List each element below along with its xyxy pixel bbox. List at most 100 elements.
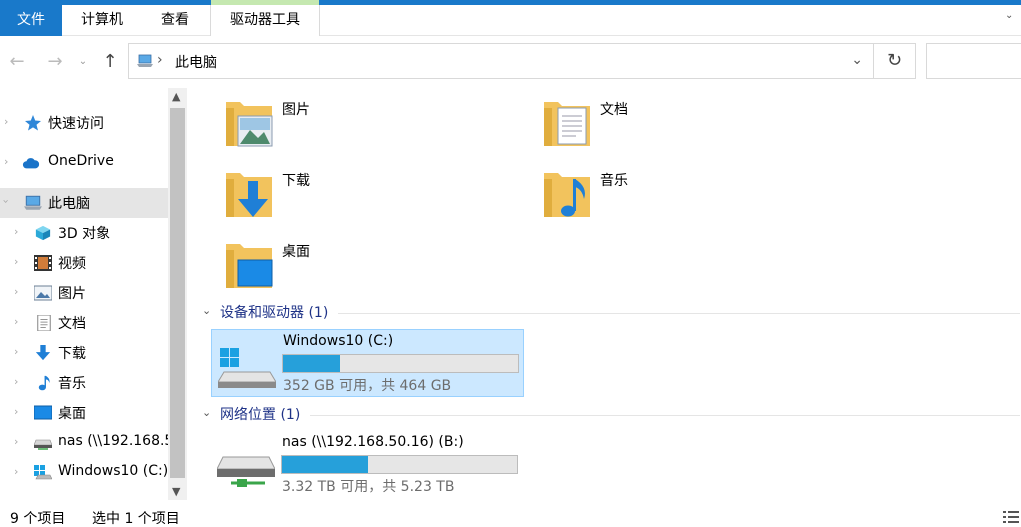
drive-usage-fill xyxy=(283,355,340,372)
sidebar-item-label: 3D 对象 xyxy=(58,226,111,242)
breadcrumb-separator-icon[interactable]: › xyxy=(157,52,163,68)
expand-chevron-icon[interactable]: › xyxy=(14,315,18,328)
drive-nas[interactable]: nas (\\192.168.50.16) (B:) 3.32 TB 可用，共 … xyxy=(211,431,524,499)
sidebar-item-nas-drive[interactable]: › nas (\\192.168.50.16) (B:) xyxy=(0,428,168,458)
navigation-pane: › 快速访问 › OneDrive › 此电脑 › 3D 对象 › 视频 › 图… xyxy=(0,88,168,500)
chevron-down-icon[interactable]: ⌄ xyxy=(202,406,211,419)
drive-usage-bar xyxy=(281,455,518,474)
film-icon xyxy=(34,255,52,271)
sidebar-item-music[interactable]: › 音乐 xyxy=(0,368,168,398)
sidebar-item-label: 图片 xyxy=(58,286,86,302)
item-count: 9 个项目 xyxy=(10,511,66,527)
expand-chevron-icon[interactable]: › xyxy=(14,225,18,238)
content-pane: 图片 文档 下载 音乐 桌面 ⌄ 设备和驱动器 (1) Windows10 (C… xyxy=(190,88,1021,500)
folder-music[interactable]: 音乐 xyxy=(508,159,808,225)
expand-chevron-icon[interactable]: › xyxy=(14,405,18,418)
folder-documents[interactable]: 文档 xyxy=(508,88,808,154)
group-header-network[interactable]: ⌄ 网络位置 (1) xyxy=(200,404,1020,426)
sidebar-item-documents[interactable]: › 文档 xyxy=(0,308,168,338)
expand-chevron-icon[interactable]: › xyxy=(4,115,8,128)
sidebar-item-label: 下载 xyxy=(58,346,86,362)
back-arrow-icon[interactable]: ← xyxy=(4,49,30,75)
sidebar-item-label: 快速访问 xyxy=(48,116,104,132)
selection-count: 选中 1 个项目 xyxy=(92,511,180,527)
scroll-up-icon[interactable]: ▲ xyxy=(172,90,180,103)
drive-free-space: 3.32 TB 可用，共 5.23 TB xyxy=(282,479,455,495)
sidebar-item-videos[interactable]: › 视频 xyxy=(0,248,168,278)
drive-name: Windows10 (C:) xyxy=(283,333,394,349)
computer-icon xyxy=(137,54,153,67)
folder-pictures[interactable]: 图片 xyxy=(190,88,490,154)
music-icon xyxy=(38,375,50,391)
sidebar-item-c-drive[interactable]: › Windows10 (C:) xyxy=(0,458,168,488)
expand-chevron-icon[interactable]: › xyxy=(14,435,18,448)
download-icon xyxy=(35,345,51,361)
details-view-icon[interactable] xyxy=(1003,511,1019,523)
windows-drive-icon xyxy=(218,348,276,388)
sidebar-item-label: Windows10 (C:) xyxy=(58,463,168,479)
folder-desktop[interactable]: 桌面 xyxy=(190,230,490,296)
tab-file[interactable]: 文件 xyxy=(0,5,62,36)
sidebar-item-label: OneDrive xyxy=(48,153,114,169)
drive-usage-bar xyxy=(282,354,519,373)
folder-label: 音乐 xyxy=(600,173,628,189)
search-input[interactable] xyxy=(926,43,1021,79)
sidebar-item-label: 此电脑 xyxy=(48,196,90,212)
chevron-down-icon[interactable]: ⌄ xyxy=(202,304,211,317)
sidebar-item-downloads[interactable]: › 下载 xyxy=(0,338,168,368)
recent-locations-chevron-icon[interactable]: ⌄ xyxy=(76,49,90,75)
computer-icon xyxy=(24,195,42,210)
scrollbar-thumb[interactable] xyxy=(170,108,185,478)
folder-label: 桌面 xyxy=(282,244,310,260)
sidebar-item-pictures[interactable]: › 图片 xyxy=(0,278,168,308)
sidebar-item-label: nas (\\192.168.50.16) (B:) xyxy=(58,433,168,449)
forward-arrow-icon[interactable]: → xyxy=(42,49,68,75)
windows-drive-icon xyxy=(34,465,52,480)
address-bar[interactable]: › 此电脑 ⌄ xyxy=(128,43,874,79)
group-title: 网络位置 (1) xyxy=(220,407,301,423)
folder-downloads[interactable]: 下载 xyxy=(190,159,490,225)
collapse-chevron-icon[interactable]: › xyxy=(0,199,13,203)
desktop-icon xyxy=(34,405,52,420)
expand-chevron-icon[interactable]: › xyxy=(14,345,18,358)
star-icon xyxy=(25,115,41,131)
sidebar-item-desktop[interactable]: › 桌面 xyxy=(0,398,168,428)
expand-chevron-icon[interactable]: › xyxy=(14,465,18,478)
expand-chevron-icon[interactable]: › xyxy=(14,255,18,268)
tab-computer[interactable]: 计算机 xyxy=(62,5,142,36)
drive-usage-fill xyxy=(282,456,368,473)
sidebar-item-3d-objects[interactable]: › 3D 对象 xyxy=(0,218,168,248)
documents-folder-icon xyxy=(544,102,590,146)
tab-view[interactable]: 查看 xyxy=(142,5,208,36)
sidebar-item-this-pc[interactable]: › 此电脑 xyxy=(0,188,168,218)
network-drive-icon xyxy=(34,439,52,450)
sidebar-item-label: 音乐 xyxy=(58,376,86,392)
drive-c[interactable]: Windows10 (C:) 352 GB 可用，共 464 GB xyxy=(211,329,524,397)
sidebar-item-label: 文档 xyxy=(58,316,86,332)
folder-label: 文档 xyxy=(600,102,628,118)
music-folder-icon xyxy=(544,173,590,217)
refresh-button[interactable]: ↻ xyxy=(874,43,916,79)
expand-chevron-icon[interactable]: › xyxy=(14,285,18,298)
sidebar-item-onedrive[interactable]: › OneDrive xyxy=(0,148,168,178)
sidebar-scrollbar[interactable]: ▲ ▼ xyxy=(168,88,187,500)
status-bar: 9 个项目 选中 1 个项目 xyxy=(0,505,1021,527)
folder-label: 图片 xyxy=(282,102,310,118)
expand-chevron-icon[interactable]: › xyxy=(14,375,18,388)
document-icon xyxy=(37,315,51,331)
group-header-devices[interactable]: ⌄ 设备和驱动器 (1) xyxy=(200,302,1020,324)
address-dropdown-icon[interactable]: ⌄ xyxy=(851,52,863,68)
tab-drive-tools-label: 驱动器工具 xyxy=(230,12,300,28)
sidebar-item-quick-access[interactable]: › 快速访问 xyxy=(0,108,168,138)
breadcrumb-this-pc[interactable]: 此电脑 xyxy=(175,52,217,72)
folder-label: 下载 xyxy=(282,173,310,189)
cube-icon xyxy=(35,225,51,241)
expand-chevron-icon[interactable]: › xyxy=(4,155,8,168)
chevron-down-icon[interactable]: ⌄ xyxy=(1005,10,1019,24)
scroll-down-icon[interactable]: ▼ xyxy=(172,485,180,498)
group-title: 设备和驱动器 (1) xyxy=(220,305,329,321)
sidebar-item-label: 视频 xyxy=(58,256,86,272)
up-arrow-icon[interactable]: ↑ xyxy=(97,49,123,75)
tab-drive-tools[interactable]: 驱动器工具 xyxy=(210,0,320,36)
pictures-folder-icon xyxy=(226,102,273,147)
